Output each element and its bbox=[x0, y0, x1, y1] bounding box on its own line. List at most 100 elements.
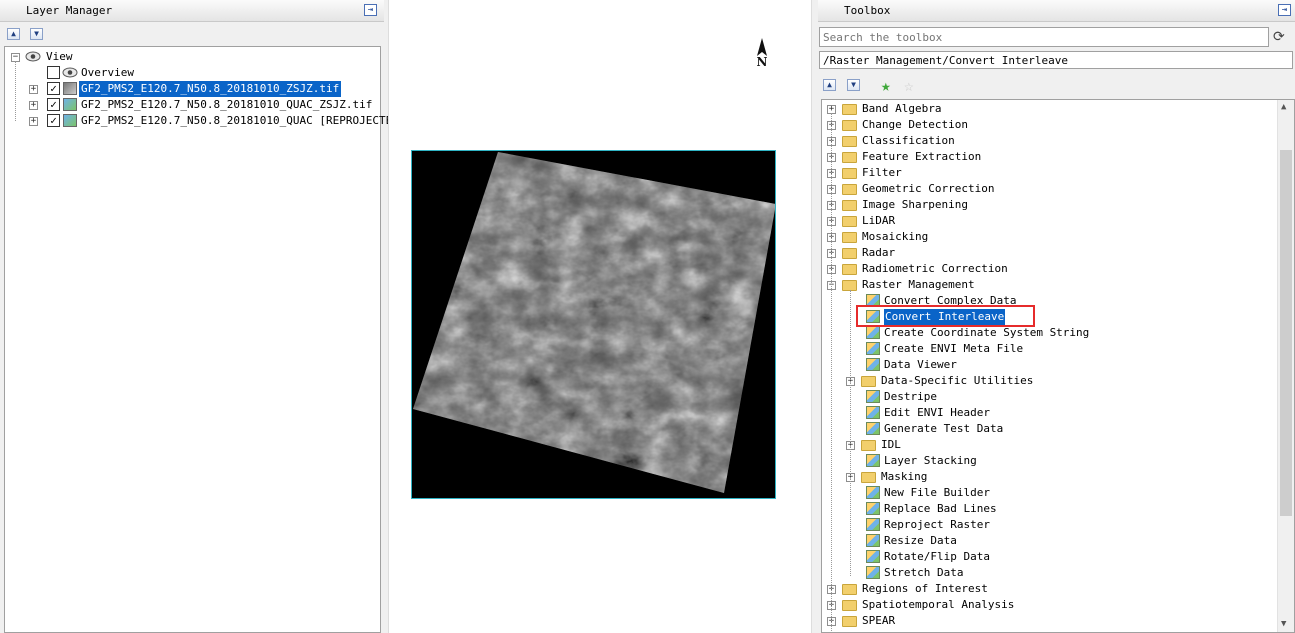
favorite-star-icon[interactable]: ★ bbox=[881, 76, 891, 95]
tool-icon bbox=[866, 502, 880, 515]
overview-eye-icon bbox=[62, 66, 78, 79]
toolbox-folder[interactable]: + Data-Specific Utilities bbox=[846, 373, 1246, 389]
tool-label: Rotate/Flip Data bbox=[884, 550, 990, 563]
toolbox-tool[interactable]: New File Builder bbox=[851, 485, 1251, 501]
folder-label: Data-Specific Utilities bbox=[881, 374, 1034, 387]
toolbox-tool[interactable]: Create ENVI Meta File bbox=[851, 341, 1251, 357]
folder-label: Radar bbox=[862, 246, 896, 259]
toolbox-tool[interactable]: Rotate/Flip Data bbox=[851, 549, 1251, 565]
toolbox-folder[interactable]: + Regions of Interest bbox=[827, 581, 1227, 597]
toolbox-folder[interactable]: + Radiometric Correction bbox=[827, 261, 1227, 277]
raster-layer-icon bbox=[63, 98, 77, 111]
toolbox-tool[interactable]: Destripe bbox=[851, 389, 1251, 405]
toolbox-tool[interactable]: Data Viewer bbox=[851, 357, 1251, 373]
toolbox-folder[interactable]: + Classification bbox=[827, 133, 1227, 149]
expand-icon[interactable]: + bbox=[29, 85, 38, 94]
collapse-up-button[interactable]: ▲ bbox=[823, 79, 836, 91]
raster-image[interactable] bbox=[411, 150, 776, 499]
toolbox-tool[interactable]: Edit ENVI Header bbox=[851, 405, 1251, 421]
layer-label[interactable]: GF2_PMS2_E120.7_N50.8_20181010_ZSJZ.tif bbox=[79, 81, 342, 97]
toolbox-folder[interactable]: + Geometric Correction bbox=[827, 181, 1227, 197]
remove-favorite-icon[interactable]: ☆ bbox=[904, 76, 914, 95]
toolbox-tool[interactable]: Resize Data bbox=[851, 533, 1251, 549]
toolbox-folder[interactable]: + Band Algebra bbox=[827, 101, 1227, 117]
layer-label[interactable]: GF2_PMS2_E120.7_N50.8_20181010_QUAC [REP… bbox=[81, 113, 406, 129]
folder-icon bbox=[861, 440, 876, 451]
folder-label: Feature Extraction bbox=[862, 150, 982, 163]
folder-icon bbox=[842, 600, 857, 611]
folder-label: Band Algebra bbox=[862, 102, 942, 115]
folder-label: LiDAR bbox=[862, 214, 896, 227]
tree-node-view[interactable]: − View bbox=[11, 49, 211, 65]
layer-checkbox[interactable]: ✓ bbox=[47, 82, 60, 95]
layer-manager-panel: Layer Manager ⇥ ▲ ▼ − View Overview + ✓ … bbox=[0, 0, 406, 633]
north-label: N bbox=[757, 55, 768, 68]
layer-row[interactable]: + ✓ GF2_PMS2_E120.7_N50.8_20181010_QUAC … bbox=[29, 113, 406, 129]
toolbox-folder[interactable]: + Radar bbox=[827, 245, 1227, 261]
toolbox-tool[interactable]: Generate Test Data bbox=[851, 421, 1251, 437]
layer-manager-header: Layer Manager ⇥ bbox=[0, 0, 384, 22]
layer-label[interactable]: GF2_PMS2_E120.7_N50.8_20181010_QUAC_ZSJZ… bbox=[81, 97, 372, 113]
pin-icon[interactable]: ⇥ bbox=[1278, 4, 1291, 16]
toolbox-tool[interactable]: Layer Stacking bbox=[851, 453, 1251, 469]
tool-icon bbox=[866, 342, 880, 355]
toolbox-tool[interactable]: Reproject Raster bbox=[851, 517, 1251, 533]
tool-icon bbox=[866, 358, 880, 371]
layer-row[interactable]: + ✓ GF2_PMS2_E120.7_N50.8_20181010_ZSJZ.… bbox=[29, 81, 379, 97]
tool-icon bbox=[866, 406, 880, 419]
refresh-icon[interactable]: ⟳ bbox=[1273, 29, 1291, 47]
tool-label: Layer Stacking bbox=[884, 454, 977, 467]
folder-icon bbox=[842, 584, 857, 595]
scroll-thumb[interactable] bbox=[1280, 150, 1292, 516]
move-up-button[interactable]: ▲ bbox=[7, 28, 20, 40]
folder-label: Masking bbox=[881, 470, 928, 483]
toolbox-folder[interactable]: + IDL bbox=[846, 437, 1246, 453]
overview-checkbox[interactable] bbox=[47, 66, 60, 79]
layer-checkbox[interactable]: ✓ bbox=[47, 98, 60, 111]
folder-label: Mosaicking bbox=[862, 230, 929, 243]
vertical-scrollbar[interactable]: ▲ ▼ bbox=[1277, 100, 1294, 632]
expand-icon[interactable]: + bbox=[29, 117, 38, 126]
toolbox-path: /Raster Management/Convert Interleave bbox=[819, 51, 1293, 69]
toolbox-tool[interactable]: Replace Bad Lines bbox=[851, 501, 1251, 517]
scroll-up-icon[interactable]: ▲ bbox=[1281, 102, 1286, 112]
toolbox-tool[interactable]: Create Coordinate System String bbox=[851, 325, 1251, 341]
move-down-button[interactable]: ▼ bbox=[30, 28, 43, 40]
view-label: View bbox=[46, 50, 73, 63]
tool-label: Data Viewer bbox=[884, 358, 957, 371]
toolbox-folder[interactable]: + Feature Extraction bbox=[827, 149, 1227, 165]
tree-node-overview[interactable]: Overview bbox=[29, 65, 229, 81]
folder-label: Geometric Correction bbox=[862, 182, 995, 195]
toolbox-folder[interactable]: + Filter bbox=[827, 165, 1227, 181]
tool-icon bbox=[866, 550, 880, 563]
toolbox-folder[interactable]: + Spatiotemporal Analysis bbox=[827, 597, 1227, 613]
toolbox-folder[interactable]: + LiDAR bbox=[827, 213, 1227, 229]
toolbox-folder[interactable]: + Change Detection bbox=[827, 117, 1227, 133]
north-arrow-icon: N bbox=[757, 38, 768, 68]
expand-icon[interactable]: + bbox=[29, 101, 38, 110]
toolbox-folder[interactable]: + Masking bbox=[846, 469, 1246, 485]
raster-layer-icon bbox=[63, 82, 77, 95]
folder-label: Filter bbox=[862, 166, 902, 179]
tool-label: Resize Data bbox=[884, 534, 957, 547]
collapse-down-button[interactable]: ▼ bbox=[847, 79, 860, 91]
toolbox-folder[interactable]: + Image Sharpening bbox=[827, 197, 1227, 213]
tool-label: Replace Bad Lines bbox=[884, 502, 997, 515]
toolbox-folder[interactable]: + Mosaicking bbox=[827, 229, 1227, 245]
pin-icon[interactable]: ⇥ bbox=[364, 4, 377, 16]
scroll-down-icon[interactable]: ▼ bbox=[1281, 619, 1286, 629]
raster-terrain bbox=[413, 152, 775, 493]
tool-label: Create ENVI Meta File bbox=[884, 342, 1024, 355]
toolbox-folder[interactable]: + SPEAR bbox=[827, 613, 1227, 629]
toolbox-tool[interactable]: Stretch Data bbox=[851, 565, 1251, 581]
toolbox-search-input[interactable] bbox=[819, 27, 1269, 47]
toolbox-folder[interactable]: − Raster Management bbox=[827, 277, 1227, 293]
layer-checkbox[interactable]: ✓ bbox=[47, 114, 60, 127]
folder-label: SPEAR bbox=[862, 614, 896, 627]
folder-icon bbox=[842, 104, 857, 115]
tool-label: Create Coordinate System String bbox=[884, 326, 1090, 339]
map-view[interactable]: N bbox=[388, 0, 812, 633]
tool-icon bbox=[866, 518, 880, 531]
layer-row[interactable]: + ✓ GF2_PMS2_E120.7_N50.8_20181010_QUAC_… bbox=[29, 97, 379, 113]
toolbox-panel: Toolbox ⇥ ⟳ /Raster Management/Convert I… bbox=[818, 0, 1295, 633]
